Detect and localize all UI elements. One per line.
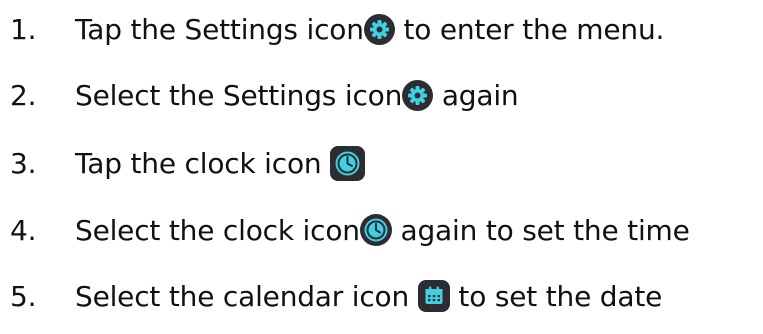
calendar-icon — [417, 280, 450, 312]
step-number: 3. — [10, 146, 37, 180]
step-number: 2. — [10, 78, 37, 112]
step-text-before: Select the calendar icon — [75, 279, 418, 313]
step-text-before: Tap the clock icon — [75, 146, 331, 180]
step-text-after: again — [433, 78, 519, 112]
step-text-after: to set the date — [449, 279, 663, 313]
step-text-before: Tap the Settings icon — [75, 12, 364, 46]
step-text: Tap the clock icon — [75, 145, 366, 181]
clock-icon — [330, 145, 366, 181]
step-text-after: again to set the time — [391, 213, 690, 247]
settings-gear-icon — [402, 79, 434, 111]
instruction-list: 1. Tap the Settings icon to enter the me… — [0, 0, 763, 334]
step-text: Tap the Settings icon to enter the menu. — [75, 13, 664, 46]
step-text: Select the clock icon again to set the t… — [75, 214, 690, 247]
step-text-before: Select the Settings icon — [75, 78, 403, 112]
step-text: Select the Settings icon again — [75, 78, 519, 112]
step-number: 4. — [10, 213, 37, 247]
step-number: 1. — [10, 12, 37, 46]
step-text-after: to enter the menu. — [394, 12, 665, 46]
clock-icon — [359, 214, 392, 246]
step-number: 5. — [10, 279, 37, 313]
settings-gear-icon — [363, 13, 395, 45]
step-text-before: Select the clock icon — [75, 213, 360, 247]
step-text: Select the calendar icon to set the date — [75, 280, 662, 313]
